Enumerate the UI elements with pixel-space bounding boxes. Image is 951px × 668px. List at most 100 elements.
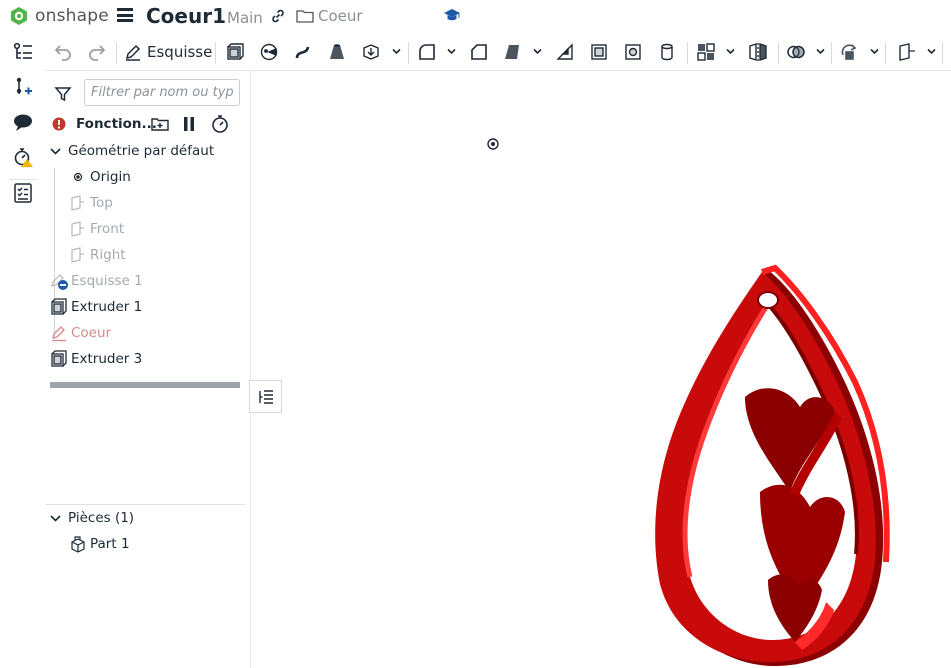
sweep-icon[interactable] — [293, 42, 313, 62]
toolbar-divider — [215, 42, 216, 64]
cylinder-icon[interactable] — [657, 42, 677, 62]
feature-item-sketch-1[interactable]: Esquisse 1 — [45, 269, 250, 293]
thicken-icon[interactable] — [361, 42, 381, 62]
variable-icon[interactable] — [12, 146, 34, 168]
toolbar-divider — [885, 42, 886, 64]
undo-icon[interactable] — [53, 42, 73, 62]
onshape-logo-icon[interactable] — [9, 6, 29, 26]
document-title[interactable]: Coeur1 — [146, 4, 226, 28]
rib-icon[interactable] — [555, 42, 575, 62]
brand-name[interactable]: onshape — [35, 6, 109, 26]
parts-group[interactable]: Pièces (1) — [45, 506, 250, 530]
tree-item-label: Front — [90, 221, 125, 237]
filter-icon[interactable] — [54, 85, 72, 103]
boolean-icon[interactable] — [786, 42, 806, 62]
feature-list-header: Fonction... — [45, 112, 250, 136]
feature-search-input[interactable] — [84, 79, 240, 106]
feature-label: Esquisse 1 — [71, 273, 143, 289]
fillet-icon[interactable] — [417, 42, 437, 62]
error-icon[interactable] — [52, 117, 66, 131]
chevron-down-icon[interactable] — [726, 47, 735, 56]
extrude-icon — [50, 350, 68, 368]
part-label: Part 1 — [90, 536, 130, 552]
rollback-timer-icon[interactable] — [210, 114, 230, 134]
left-rail — [0, 34, 46, 668]
menu-icon[interactable] — [117, 8, 133, 22]
part-item[interactable]: Part 1 — [45, 532, 250, 556]
feature-label: Extruder 1 — [71, 299, 143, 315]
revolve-icon[interactable] — [259, 42, 279, 62]
parts-header: Pièces (1) — [68, 510, 135, 526]
extrude-icon[interactable] — [225, 42, 245, 62]
sketch-label: Esquisse — [147, 43, 213, 61]
tree-item-label: Top — [90, 195, 113, 211]
feature-panel: Fonction... Géométrie par défaut Origin … — [45, 71, 251, 668]
insert-icon[interactable] — [12, 76, 34, 98]
chevron-down-icon[interactable] — [447, 47, 456, 56]
tree-item-right-plane[interactable]: Right — [45, 243, 250, 267]
feature-item-extrude-1[interactable]: Extruder 1 — [45, 295, 250, 319]
redo-icon[interactable] — [87, 42, 107, 62]
feature-list-icon[interactable] — [12, 41, 34, 63]
plane-icon — [70, 195, 86, 211]
plane-icon[interactable] — [897, 42, 917, 62]
toolbar-divider — [831, 42, 832, 64]
add-folder-icon[interactable] — [150, 115, 170, 133]
mirror-icon[interactable] — [748, 42, 768, 62]
feature-label: Extruder 3 — [71, 351, 143, 367]
chamfer-icon[interactable] — [469, 42, 489, 62]
shell-icon[interactable] — [589, 42, 609, 62]
comment-icon[interactable] — [12, 111, 34, 133]
tree-item-label: Right — [90, 247, 126, 263]
toolbar-divider — [687, 42, 688, 64]
part-icon — [69, 535, 87, 553]
tree-item-origin[interactable]: Origin — [45, 165, 250, 189]
rail-divider — [9, 179, 37, 180]
toolbar-divider — [116, 42, 117, 64]
top-bar: onshape Coeur1 Main Coeur — [0, 0, 951, 34]
extrude-icon — [50, 298, 68, 316]
folder-name[interactable]: Coeur — [318, 7, 363, 25]
hole-icon[interactable] — [623, 42, 643, 62]
sketch-button[interactable]: Esquisse — [124, 41, 212, 63]
link-icon[interactable] — [270, 8, 286, 24]
sketch-icon — [50, 324, 68, 342]
panel-divider — [45, 504, 245, 505]
sketch-pencil-icon — [124, 43, 142, 61]
origin-icon — [73, 172, 83, 182]
chevron-down-icon[interactable] — [533, 47, 542, 56]
loft-icon[interactable] — [327, 42, 347, 62]
toolbar-divider — [778, 42, 779, 64]
chevron-down-icon[interactable] — [392, 47, 401, 56]
chevron-down-icon[interactable] — [816, 47, 825, 56]
default-geometry-label: Géométrie par défaut — [68, 143, 215, 159]
feature-toolbar: Esquisse — [45, 34, 951, 71]
branch-name[interactable]: Main — [227, 9, 263, 27]
tree-item-top-plane[interactable]: Top — [45, 191, 250, 215]
chevron-down-icon[interactable] — [927, 47, 936, 56]
suppressed-sketch-icon — [50, 272, 70, 290]
tree-item-label: Origin — [90, 169, 131, 185]
toolbar-divider — [942, 42, 943, 64]
rollback-bar[interactable] — [50, 382, 240, 388]
chevron-down-icon[interactable] — [870, 47, 879, 56]
default-geometry-group[interactable]: Géométrie par défaut — [45, 139, 250, 163]
chevron-down-icon[interactable] — [50, 146, 61, 157]
draft-icon[interactable] — [503, 42, 523, 62]
feature-item-extrude-3[interactable]: Extruder 3 — [45, 347, 250, 371]
3d-model-teardrop-pendant[interactable] — [650, 262, 890, 668]
view-cube-pivot-icon — [487, 138, 499, 150]
learning-center-icon[interactable] — [443, 6, 461, 24]
checklist-icon[interactable] — [12, 182, 34, 204]
transform-icon[interactable] — [840, 42, 860, 62]
folder-icon[interactable] — [296, 9, 314, 23]
plane-icon — [70, 247, 86, 263]
plane-icon — [70, 221, 86, 237]
feature-label: Coeur — [71, 325, 112, 341]
pattern-icon[interactable] — [696, 42, 716, 62]
tree-item-front-plane[interactable]: Front — [45, 217, 250, 241]
chevron-down-icon[interactable] — [50, 513, 61, 524]
pause-icon[interactable] — [182, 116, 196, 132]
feature-item-coeur-sketch[interactable]: Coeur — [45, 321, 250, 345]
feature-list-title[interactable]: Fonction... — [76, 116, 157, 132]
